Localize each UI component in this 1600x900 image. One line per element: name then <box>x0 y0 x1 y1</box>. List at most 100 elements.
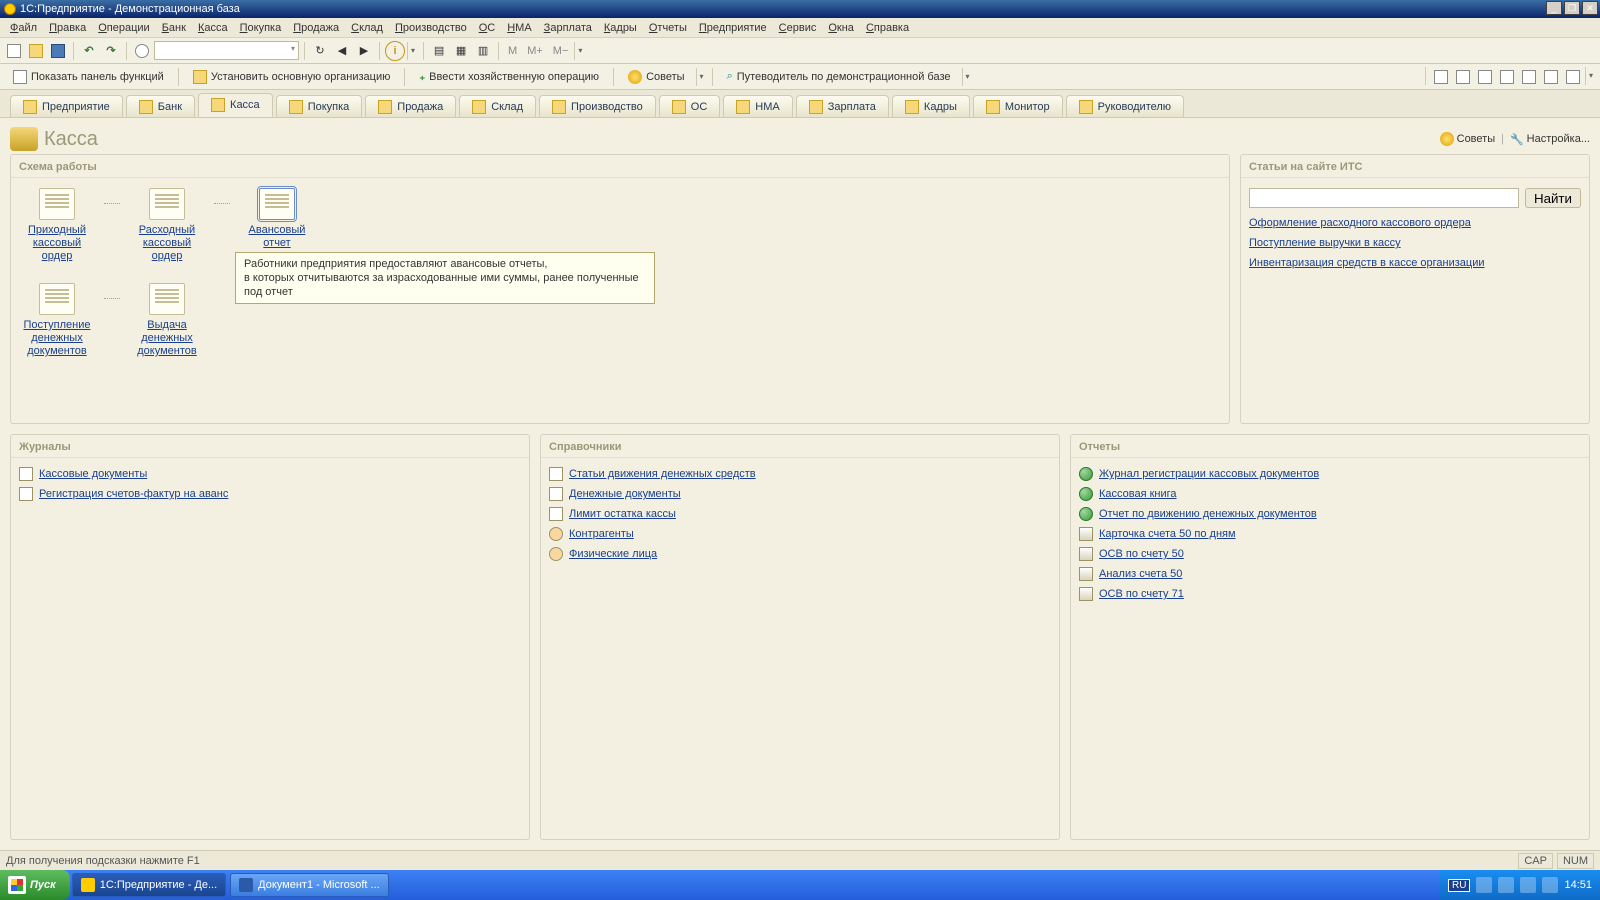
toolbar-overflow[interactable]: ▾ <box>407 42 418 60</box>
calc-mminus[interactable]: M− <box>549 45 573 57</box>
demo-guide-button[interactable]: ⌕Путеводитель по демонстрационной базе <box>718 67 960 87</box>
tb-icon-4[interactable] <box>1497 67 1517 87</box>
menu-предприятие[interactable]: Предприятие <box>693 20 773 36</box>
help-icon[interactable]: i <box>385 41 405 61</box>
tab-монитор[interactable]: Монитор <box>973 95 1063 117</box>
guide-dropdown-icon[interactable]: ▾ <box>962 68 973 86</box>
nav-back-icon[interactable]: ◀ <box>332 41 352 61</box>
menu-операции[interactable]: Операции <box>92 20 155 36</box>
nav-fwd-icon[interactable]: ▶ <box>354 41 374 61</box>
list-item-link[interactable]: Лимит остатка кассы <box>569 508 676 520</box>
toolbar-overflow-2[interactable]: ▾ <box>574 42 585 60</box>
menu-сервис[interactable]: Сервис <box>773 20 823 36</box>
list-item-link[interactable]: Денежные документы <box>569 488 681 500</box>
restore-button[interactable]: ❐ <box>1564 1 1580 15</box>
set-main-org-button[interactable]: Установить основную организацию <box>184 67 400 87</box>
tab-нма[interactable]: НМА <box>723 95 792 117</box>
tb-icon-2[interactable] <box>1453 67 1473 87</box>
tray-icon-3[interactable] <box>1520 877 1536 893</box>
right-toolbar-overflow[interactable]: ▾ <box>1585 67 1596 85</box>
menu-справка[interactable]: Справка <box>860 20 915 36</box>
find-icon[interactable] <box>132 41 152 61</box>
tb-icon-1[interactable] <box>1431 67 1451 87</box>
tb-icon-3[interactable] <box>1475 67 1495 87</box>
tab-покупка[interactable]: Покупка <box>276 95 363 117</box>
minimize-button[interactable]: _ <box>1546 1 1562 15</box>
menu-покупка[interactable]: Покупка <box>234 20 288 36</box>
page-settings-button[interactable]: 🔧Настройка... <box>1510 133 1590 146</box>
schema-doc-link[interactable]: Выдача денежных документов <box>129 319 205 358</box>
list-item-link[interactable]: ОСВ по счету 71 <box>1099 588 1184 600</box>
taskbar-task[interactable]: 1С:Предприятие - Де... <box>72 873 226 897</box>
tb-icon-6[interactable] <box>1541 67 1561 87</box>
undo-icon[interactable]: ↶ <box>79 41 99 61</box>
list-item-link[interactable]: Регистрация счетов-фактур на аванс <box>39 488 228 500</box>
list-item-link[interactable]: Физические лица <box>569 548 657 560</box>
calc-mplus[interactable]: M+ <box>523 45 547 57</box>
schema-doc-link[interactable]: Расходный кассовый ордер <box>129 224 205 263</box>
search-combo[interactable] <box>154 41 299 60</box>
its-search-input[interactable] <box>1249 188 1519 208</box>
menu-отчеты[interactable]: Отчеты <box>643 20 693 36</box>
menu-касса[interactable]: Касса <box>192 20 234 36</box>
its-link[interactable]: Поступление выручки в кассу <box>1249 236 1581 250</box>
menu-продажа[interactable]: Продажа <box>287 20 345 36</box>
list-item-link[interactable]: Анализ счета 50 <box>1099 568 1182 580</box>
list-item-link[interactable]: Статьи движения денежных средств <box>569 468 756 480</box>
calc-m[interactable]: M <box>504 45 521 57</box>
tips-button[interactable]: Советы <box>619 67 693 87</box>
menu-нма[interactable]: НМА <box>501 20 537 36</box>
menu-производство[interactable]: Производство <box>389 20 473 36</box>
menu-правка[interactable]: Правка <box>43 20 92 36</box>
tab-зарплата[interactable]: Зарплата <box>796 95 889 117</box>
menu-банк[interactable]: Банк <box>156 20 192 36</box>
schema-doc-link[interactable]: Авансовый отчет <box>239 224 315 250</box>
redo-icon[interactable]: ↷ <box>101 41 121 61</box>
schema-doc-link[interactable]: Поступление денежных документов <box>19 319 95 358</box>
enter-operation-button[interactable]: ₊Ввести хозяйственную операцию <box>410 67 608 87</box>
list-icon[interactable]: ▤ <box>429 41 449 61</box>
taskbar-task[interactable]: Документ1 - Microsoft ... <box>230 873 389 897</box>
tab-ос[interactable]: ОС <box>659 95 721 117</box>
show-func-panel-button[interactable]: Показать панель функций <box>4 67 173 87</box>
list-item-link[interactable]: Кассовые документы <box>39 468 147 480</box>
tab-банк[interactable]: Банк <box>126 95 195 117</box>
tb-icon-5[interactable] <box>1519 67 1539 87</box>
list-item-link[interactable]: Кассовая книга <box>1099 488 1177 500</box>
tab-производство[interactable]: Производство <box>539 95 656 117</box>
menu-кадры[interactable]: Кадры <box>598 20 643 36</box>
tray-icon-2[interactable] <box>1498 877 1514 893</box>
tb-icon-7[interactable] <box>1563 67 1583 87</box>
menu-склад[interactable]: Склад <box>345 20 389 36</box>
tray-icon-4[interactable] <box>1542 877 1558 893</box>
list-item-link[interactable]: Карточка счета 50 по дням <box>1099 528 1236 540</box>
tray-lang[interactable]: RU <box>1448 879 1470 892</box>
start-button[interactable]: Пуск <box>0 870 70 900</box>
open-icon[interactable] <box>26 41 46 61</box>
tab-кадры[interactable]: Кадры <box>892 95 970 117</box>
schema-doc-link[interactable]: Приходный кассовый ордер <box>19 224 95 263</box>
list-item-link[interactable]: Контрагенты <box>569 528 634 540</box>
schema-doc[interactable]: Авансовый отчет <box>239 188 315 250</box>
tray-icon-1[interactable] <box>1476 877 1492 893</box>
new-icon[interactable] <box>4 41 24 61</box>
schema-doc[interactable]: Расходный кассовый ордер <box>129 188 205 263</box>
menu-ос[interactable]: ОС <box>473 20 502 36</box>
tab-касса[interactable]: Касса <box>198 93 273 117</box>
calendar-icon[interactable]: ▥ <box>473 41 493 61</box>
tab-руководителю[interactable]: Руководителю <box>1066 95 1184 117</box>
list-item-link[interactable]: ОСВ по счету 50 <box>1099 548 1184 560</box>
its-link[interactable]: Оформление расходного кассового ордера <box>1249 216 1581 230</box>
save-icon[interactable] <box>48 41 68 61</box>
menu-файл[interactable]: Файл <box>4 20 43 36</box>
refresh-icon[interactable]: ↻ <box>310 41 330 61</box>
schema-doc[interactable]: Приходный кассовый ордер <box>19 188 95 263</box>
tab-предприятие[interactable]: Предприятие <box>10 95 123 117</box>
schema-doc[interactable]: Поступление денежных документов <box>19 283 95 358</box>
its-link[interactable]: Инвентаризация средств в кассе организац… <box>1249 256 1581 270</box>
close-button[interactable]: ✕ <box>1582 1 1598 15</box>
page-tips-button[interactable]: Советы <box>1440 132 1495 146</box>
list-item-link[interactable]: Журнал регистрации кассовых документов <box>1099 468 1319 480</box>
tips-dropdown-icon[interactable]: ▾ <box>696 68 707 86</box>
menu-зарплата[interactable]: Зарплата <box>538 20 598 36</box>
